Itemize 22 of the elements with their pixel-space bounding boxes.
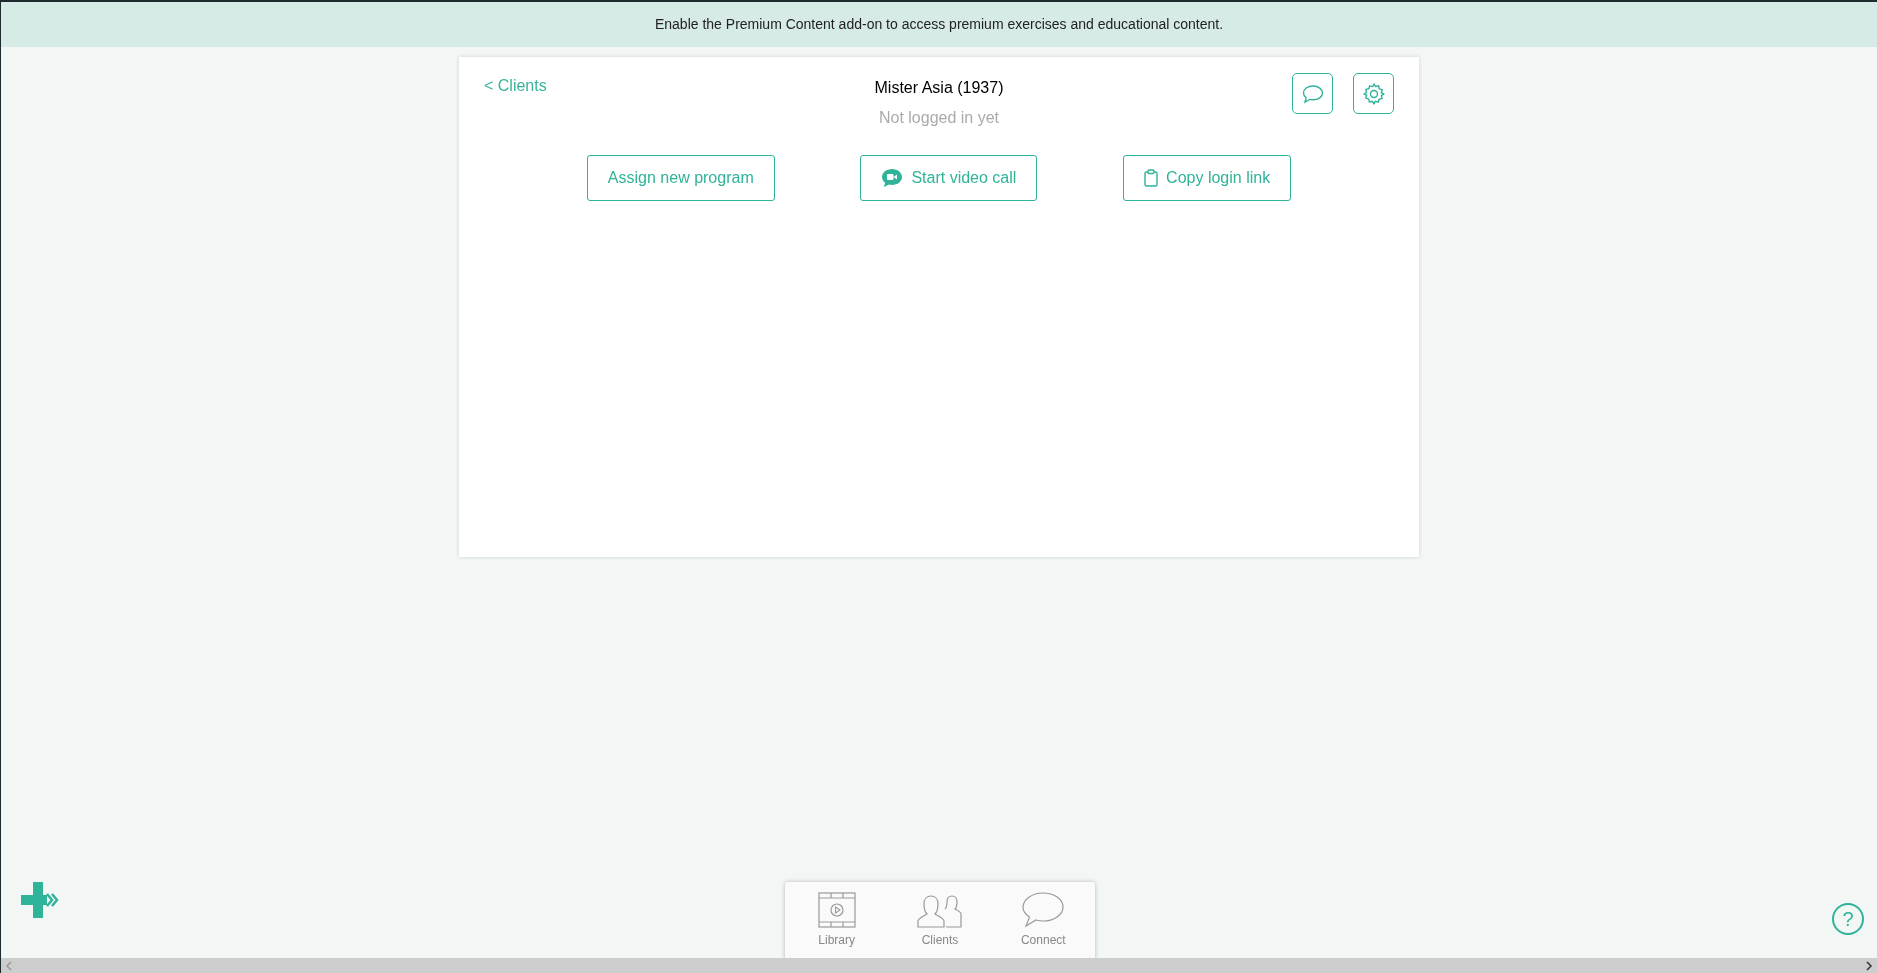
action-button[interactable]: Start video call bbox=[860, 155, 1038, 201]
nav-tab[interactable]: Clients bbox=[900, 890, 980, 949]
nav-tab[interactable]: Library bbox=[796, 890, 877, 949]
speech-bubble-icon bbox=[1301, 83, 1324, 104]
speech-bubble-icon bbox=[1022, 892, 1065, 928]
settings-icon bbox=[1361, 81, 1386, 106]
banner-text: Enable the Premium Content add-on to access premium exercises and educational content. bbox=[654, 15, 1224, 34]
client-name: Mister Asia (1937) bbox=[874, 78, 1004, 98]
action-button[interactable]: Assign new program bbox=[586, 155, 775, 201]
scroll-right-icon[interactable] bbox=[1864, 960, 1874, 971]
scroll-left-icon[interactable] bbox=[4, 960, 14, 971]
horizontal-scrollbar[interactable] bbox=[1, 958, 1877, 973]
nav-tab[interactable]: Connect bbox=[1003, 890, 1084, 949]
film-icon bbox=[817, 892, 856, 928]
back-link[interactable]: < Clients bbox=[484, 74, 644, 98]
action-button[interactable]: Copy login link bbox=[1123, 155, 1292, 201]
help-button[interactable]: ? bbox=[1832, 903, 1864, 935]
video-chat-icon bbox=[881, 168, 904, 188]
chat-button[interactable] bbox=[1292, 73, 1333, 114]
login-status: Not logged in yet bbox=[878, 108, 1000, 128]
settings-button[interactable] bbox=[1353, 73, 1394, 114]
clipboard-icon bbox=[1144, 169, 1159, 187]
